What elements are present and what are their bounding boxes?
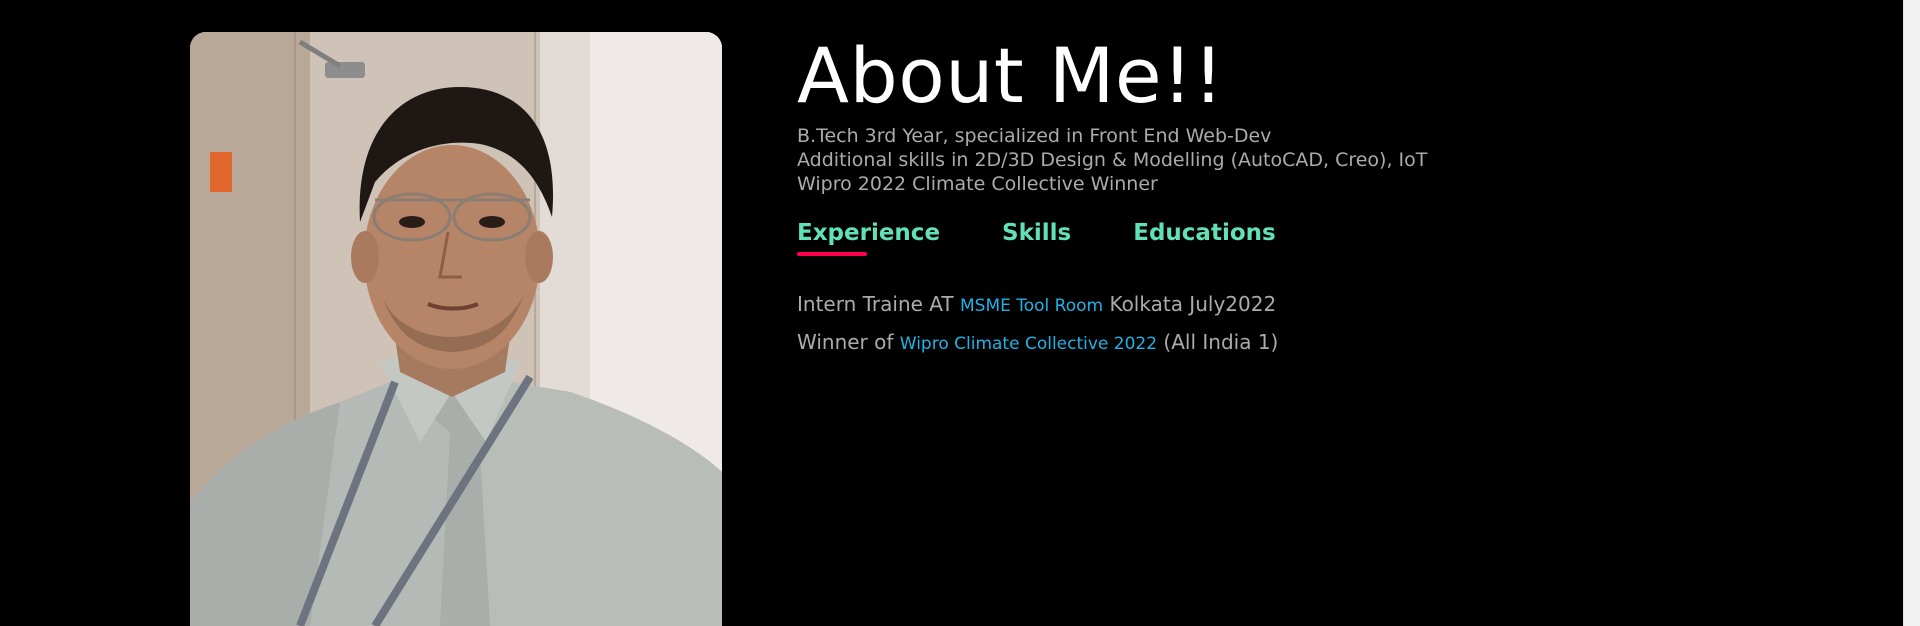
experience-text: Intern Traine AT xyxy=(797,292,954,316)
intro-line-education: B.Tech 3rd Year, specialized in Front En… xyxy=(797,125,1272,147)
experience-text: Winner of xyxy=(797,330,894,354)
page-title: About Me!! xyxy=(797,31,1225,120)
experience-highlight: Wipro Climate Collective 2022 xyxy=(899,334,1158,354)
intro-line-skills: Additional skills in 2D/3D Design & Mode… xyxy=(797,149,1428,171)
experience-text: (All India 1) xyxy=(1163,330,1279,354)
experience-highlight: MSME Tool Room xyxy=(959,296,1104,316)
about-tabs: Experience Skills Educations xyxy=(797,220,1697,256)
intro-line-award: Wipro 2022 Climate Collective Winner xyxy=(797,173,1158,195)
about-section: About Me!! B.Tech 3rd Year, specialized … xyxy=(0,0,1920,626)
intro-text: B.Tech 3rd Year, specialized in Front En… xyxy=(797,124,1697,196)
vertical-scrollbar[interactable] xyxy=(1903,0,1920,626)
profile-photo xyxy=(190,32,722,626)
list-item: Winner of Wipro Climate Collective 2022 … xyxy=(797,324,1697,362)
about-content: About Me!! B.Tech 3rd Year, specialized … xyxy=(797,30,1697,362)
tab-experience[interactable]: Experience xyxy=(797,220,940,256)
tab-educations[interactable]: Educations xyxy=(1133,220,1275,256)
experience-text: Kolkata July2022 xyxy=(1109,292,1277,316)
list-item: Intern Traine AT MSME Tool Room Kolkata … xyxy=(797,286,1697,324)
experience-panel: Intern Traine AT MSME Tool Room Kolkata … xyxy=(797,286,1697,362)
tab-skills[interactable]: Skills xyxy=(1002,220,1071,256)
